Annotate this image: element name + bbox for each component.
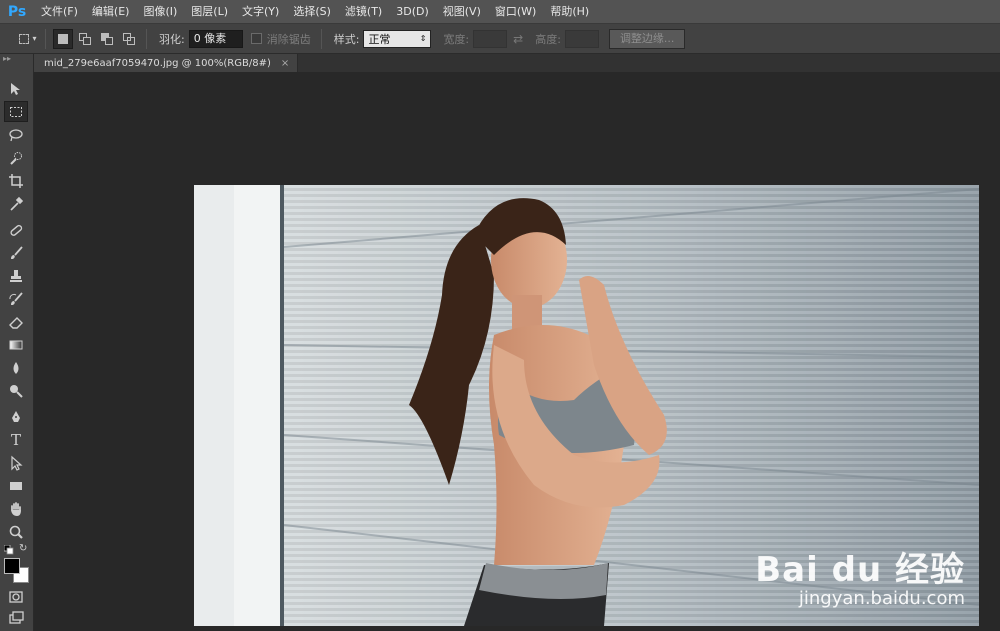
watermark-url: jingyan.baidu.com — [798, 588, 965, 609]
gradient-tool-icon[interactable] — [4, 334, 28, 355]
brush-tool-icon[interactable] — [4, 242, 28, 263]
feather-input[interactable]: 0 像素 — [188, 29, 243, 48]
document-tab[interactable]: mid_279e6aaf7059470.jpg @ 100%(RGB/8#) × — [34, 54, 299, 72]
menu-image[interactable]: 图像(I) — [136, 0, 184, 24]
height-input[interactable] — [564, 29, 599, 48]
height-label: 高度: — [535, 32, 561, 46]
swap-colors-icon[interactable]: ↻ — [19, 543, 27, 554]
zoom-tool-icon[interactable] — [4, 521, 28, 542]
subtract-selection-button[interactable] — [97, 29, 117, 49]
eraser-tool-icon[interactable] — [4, 311, 28, 332]
divider — [45, 28, 46, 49]
menu-3d[interactable]: 3D(D) — [389, 0, 436, 24]
rectangle-tool-icon[interactable] — [4, 475, 28, 496]
add-selection-icon — [79, 32, 91, 45]
chevron-down-icon: ▾ — [32, 34, 37, 43]
lasso-tool-icon[interactable] — [4, 124, 28, 145]
photoshop-logo: Ps — [7, 3, 27, 20]
add-selection-button[interactable] — [75, 29, 95, 49]
history-brush-tool-icon[interactable] — [4, 288, 28, 309]
menu-select[interactable]: 选择(S) — [286, 0, 338, 24]
menu-type[interactable]: 文字(Y) — [235, 0, 286, 24]
crop-tool-icon[interactable] — [4, 170, 28, 191]
baidu-watermark: Bai du 经验 jingyan.baidu.com — [755, 552, 965, 610]
subtract-selection-icon — [101, 32, 113, 45]
feather-label: 羽化: — [159, 32, 185, 46]
antialias-label: 消除锯齿 — [266, 32, 311, 46]
divider — [146, 28, 147, 49]
menu-layer[interactable]: 图层(L) — [184, 0, 235, 24]
quick-select-tool-icon[interactable] — [4, 147, 28, 168]
quick-mask-icon[interactable] — [4, 586, 28, 607]
new-selection-button[interactable] — [53, 28, 73, 49]
close-icon[interactable]: × — [281, 58, 289, 69]
blur-tool-icon[interactable] — [4, 357, 28, 378]
document-tab-bar: mid_279e6aaf7059470.jpg @ 100%(RGB/8#) × — [34, 54, 1000, 72]
menu-filter[interactable]: 滤镜(T) — [338, 0, 389, 24]
clone-stamp-tool-icon[interactable] — [4, 265, 28, 286]
move-tool-icon[interactable] — [4, 78, 28, 99]
antialias-checkbox[interactable] — [250, 33, 262, 44]
dodge-tool-icon[interactable] — [4, 380, 28, 401]
intersect-selection-icon — [123, 32, 135, 45]
intersect-selection-button[interactable] — [119, 29, 139, 49]
menu-help[interactable]: 帮助(H) — [543, 0, 596, 24]
width-input[interactable] — [473, 29, 508, 48]
swap-dimensions-icon[interactable]: ⇄ — [513, 32, 523, 46]
eyedropper-tool-icon[interactable] — [4, 193, 28, 214]
style-select-value: 正常 — [368, 32, 391, 46]
canvas-area[interactable]: Bai du 经验 jingyan.baidu.com — [35, 72, 1000, 631]
watermark-logo-text: Bai du 经验 — [755, 550, 965, 590]
divider — [320, 28, 322, 49]
width-label: 宽度: — [443, 32, 470, 46]
document-image[interactable]: Bai du 经验 jingyan.baidu.com — [194, 185, 979, 626]
new-selection-icon — [58, 33, 68, 44]
toolbox: ▸▸ T ↻ — [0, 54, 34, 631]
chevron-updown-icon: ⇕ — [419, 34, 427, 43]
hand-tool-icon[interactable] — [4, 498, 28, 519]
toolbox-collapse-icon[interactable]: ▸▸ — [0, 54, 33, 66]
style-select[interactable]: 正常 ⇕ — [363, 29, 432, 48]
refine-edge-button[interactable]: 调整边缘... — [608, 28, 686, 49]
type-tool-icon[interactable]: T — [4, 429, 28, 450]
menu-bar: Ps 文件(F) 编辑(E) 图像(I) 图层(L) 文字(Y) 选择(S) 滤… — [0, 0, 1000, 24]
menu-view[interactable]: 视图(V) — [436, 0, 488, 24]
path-select-tool-icon[interactable] — [4, 452, 28, 473]
menu-window[interactable]: 窗口(W) — [488, 0, 543, 24]
healing-brush-tool-icon[interactable] — [4, 219, 28, 240]
options-bar: ▾ 羽化: 0 像素 消除锯齿 样式: 正常 ⇕ 宽度: ⇄ 高度: 调整边缘.… — [0, 24, 1000, 54]
foreground-color-swatch[interactable] — [4, 558, 20, 574]
document-tab-title: mid_279e6aaf7059470.jpg @ 100%(RGB/8#) — [44, 57, 271, 69]
tool-preset-picker[interactable]: ▾ — [18, 29, 38, 49]
marquee-preset-icon — [19, 33, 30, 44]
menu-edit[interactable]: 编辑(E) — [85, 0, 137, 24]
style-label: 样式: — [333, 32, 360, 46]
screen-mode-icon[interactable] — [4, 607, 28, 628]
default-colors-icon[interactable] — [3, 544, 14, 555]
marquee-tool-icon[interactable] — [4, 101, 28, 122]
pen-tool-icon[interactable] — [4, 406, 28, 427]
menu-file[interactable]: 文件(F) — [34, 0, 85, 24]
